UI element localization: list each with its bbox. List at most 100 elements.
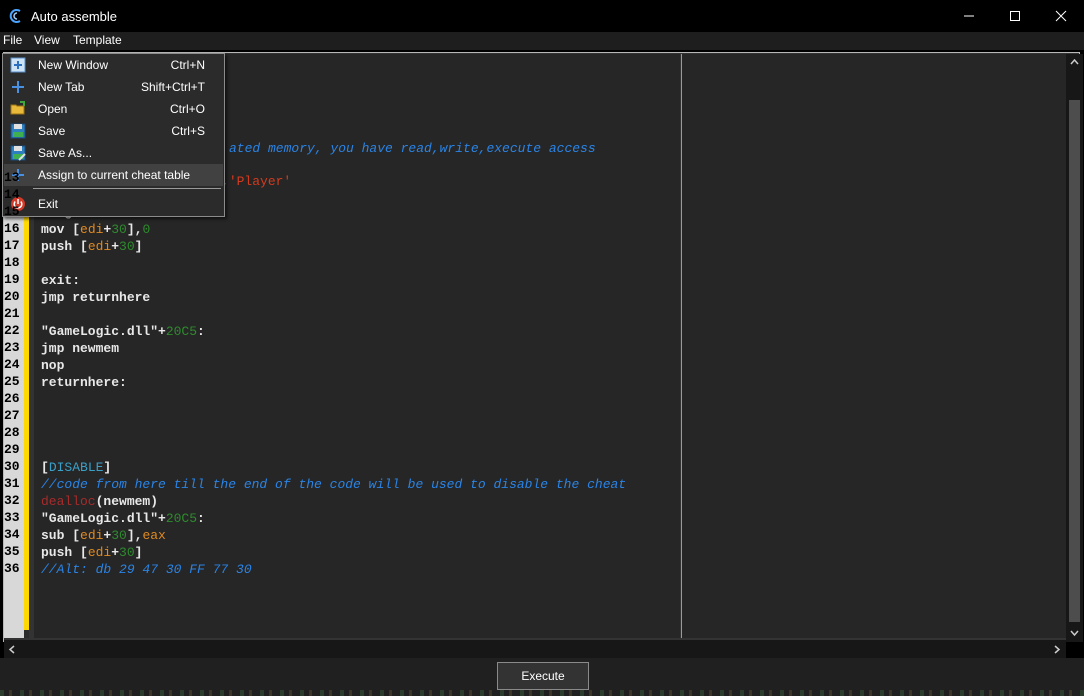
background-artifact <box>0 690 1084 696</box>
menu-item-save[interactable]: Save Ctrl+S <box>4 120 223 142</box>
code-line: [DISABLE] <box>41 459 111 476</box>
line-number: 35 <box>4 544 20 559</box>
code-token: 30 <box>111 222 127 237</box>
line-number: 18 <box>4 255 20 270</box>
line-number: 19 <box>4 272 20 287</box>
code-token: edi <box>87 545 112 560</box>
line-number: 30 <box>4 459 20 474</box>
vertical-scroll-thumb[interactable] <box>1069 100 1080 622</box>
line-number: 36 <box>4 561 20 576</box>
menu-item-new-window[interactable]: New Window Ctrl+N <box>4 54 223 76</box>
code-line: dealloc(newmem) <box>41 493 158 510</box>
line-number: 21 <box>4 306 20 321</box>
code-line: exit: <box>41 272 80 289</box>
close-icon <box>1055 10 1067 22</box>
menu-template[interactable]: Template <box>73 33 122 47</box>
code-token: 20C5 <box>165 324 198 339</box>
scroll-down-icon[interactable] <box>1070 629 1079 637</box>
floppy-disk-edit-icon <box>10 145 26 161</box>
code-token: + <box>111 239 120 254</box>
code-line: sub [edi+30],eax <box>41 527 166 544</box>
code-line: jmp newmem <box>41 340 119 357</box>
code-line: push [edi+30] <box>41 544 142 561</box>
code-token: 30 <box>111 528 127 543</box>
maximize-button[interactable] <box>992 0 1038 32</box>
code-token: //code from here till the end of the cod… <box>41 477 627 492</box>
code-fragment-string: ,'Player' <box>221 173 291 190</box>
code-token: + <box>111 545 120 560</box>
line-number: 27 <box>4 408 20 423</box>
line-number: 32 <box>4 493 20 508</box>
code-token: (newmem) <box>95 494 159 509</box>
code-line: //Alt: db 29 47 30 FF 77 30 <box>41 561 252 578</box>
code-token: [ <box>41 460 49 475</box>
scroll-right-icon[interactable] <box>1053 645 1061 654</box>
line-number: 14 <box>4 187 20 202</box>
code-token: edi <box>87 239 112 254</box>
new-window-icon <box>10 57 26 73</box>
side-panel[interactable] <box>681 54 1067 638</box>
menu-file[interactable]: File <box>3 33 22 47</box>
code-token: edi <box>80 222 104 237</box>
menu-view[interactable]: View <box>34 33 60 47</box>
menu-item-shortcut: Shift+Ctrl+T <box>140 80 205 94</box>
menu-item-shortcut: Ctrl+O <box>169 102 205 116</box>
code-line: push [edi+30] <box>41 238 142 255</box>
code-token: ], <box>126 528 143 543</box>
minimize-button[interactable] <box>946 0 992 32</box>
line-number: 22 <box>4 323 20 338</box>
floppy-disk-icon <box>10 123 26 139</box>
menu-item-save-as[interactable]: Save As... <box>4 142 223 164</box>
code-token: mov [ <box>41 222 81 237</box>
line-number: 34 <box>4 527 20 542</box>
maximize-icon <box>1010 11 1020 21</box>
line-number: 13 <box>4 170 20 185</box>
menu-item-label: Assign to current cheat table <box>38 168 191 182</box>
execute-button[interactable]: Execute <box>497 662 589 690</box>
code-token: ], <box>126 222 143 237</box>
horizontal-scrollbar[interactable] <box>4 640 1066 658</box>
line-number: 31 <box>4 476 20 491</box>
menu-item-label: Exit <box>38 197 59 211</box>
menu-item-label: Save <box>38 124 66 138</box>
line-number: 15 <box>4 204 20 219</box>
code-fragment-player: 'Player' <box>228 174 292 189</box>
menu-item-label: New Window <box>38 58 109 72</box>
code-token: exit: <box>41 273 81 288</box>
code-line: mov [edi+30],0 <box>41 221 150 238</box>
code-token: ] <box>134 545 143 560</box>
window-title: Auto assemble <box>31 9 117 24</box>
code-line: "GameLogic.dll"+20C5: <box>41 510 205 527</box>
line-number: 17 <box>4 238 20 253</box>
line-number: 23 <box>4 340 20 355</box>
plus-icon <box>12 81 24 93</box>
vertical-scrollbar[interactable] <box>1066 54 1083 642</box>
line-number: 25 <box>4 374 20 389</box>
menu-separator <box>33 188 221 189</box>
close-button[interactable] <box>1038 0 1084 32</box>
menu-item-shortcut: Ctrl+N <box>170 58 205 72</box>
line-number: 33 <box>4 510 20 525</box>
scroll-left-icon[interactable] <box>8 645 16 654</box>
code-token: "GameLogic.dll"+ <box>41 324 166 339</box>
line-number: 29 <box>4 442 20 457</box>
code-token: sub [ <box>41 528 81 543</box>
code-token: jmp newmem <box>41 341 120 356</box>
code-token: //Alt: db 29 47 30 FF 77 30 <box>41 562 252 577</box>
menu-item-exit[interactable]: Exit <box>4 193 223 215</box>
menu-item-assign-to-cheat-table[interactable]: Assign to current cheat table <box>4 164 223 186</box>
cheat-engine-icon <box>9 9 21 23</box>
menu-item-new-tab[interactable]: New Tab Shift+Ctrl+T <box>4 76 223 98</box>
code-token: nop <box>41 358 65 373</box>
file-menu-dropdown: New Window Ctrl+N New Tab Shift+Ctrl+T O… <box>2 53 225 217</box>
code-fragment-comment: ated memory, you have read,write,execute… <box>229 141 596 156</box>
code-line: //code from here till the end of the cod… <box>41 476 626 493</box>
menu-item-open[interactable]: Open Ctrl+O <box>4 98 223 120</box>
code-token: eax <box>142 528 166 543</box>
code-token: jmp returnhere <box>41 290 151 305</box>
code-line: jmp returnhere <box>41 289 150 306</box>
line-number: 16 <box>4 221 20 236</box>
scroll-up-icon[interactable] <box>1070 58 1079 66</box>
line-number: 24 <box>4 357 20 372</box>
code-token: push [ <box>41 239 88 254</box>
